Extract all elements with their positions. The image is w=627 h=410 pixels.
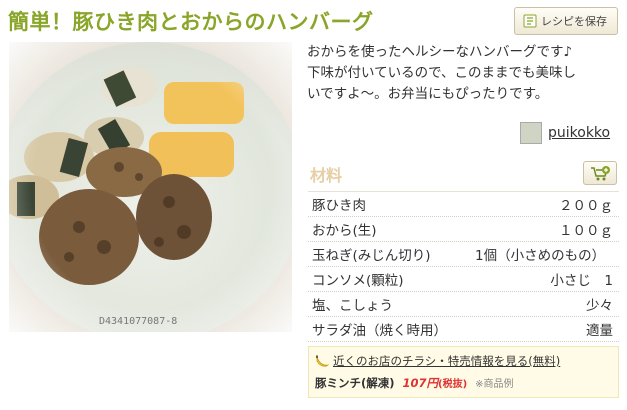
recipe-photo[interactable]: D4341077087-8: [9, 42, 292, 332]
promo-link-label: 近くのお店のチラシ・特売情報を見る(無料): [333, 354, 561, 368]
save-recipe-button[interactable]: レシピを保存: [514, 7, 618, 35]
ingredients-header: 材料: [308, 158, 619, 188]
ingredient-name: 豚ひき肉: [312, 198, 366, 214]
author-info: puikokko: [520, 122, 610, 144]
promo-item: 豚ミンチ(解凍) 107円(税抜) ※商品例: [315, 375, 514, 391]
promo-price-group: 107円(税抜): [403, 375, 468, 391]
save-recipe-label: レシピを保存: [541, 15, 607, 28]
add-to-list-button[interactable]: [583, 161, 617, 185]
recipe-title: 簡単！豚ひき肉とおからのハンバーグ: [8, 10, 374, 34]
cart-add-icon: [591, 166, 610, 181]
ingredient-row: サラダ油（焼く時用） 適量: [308, 317, 619, 342]
description-line: いですよ〜。お弁当にもぴったりです。: [307, 86, 549, 102]
ingredient-qty: 小さじ 1: [550, 273, 613, 289]
ingredient-name: 塩、こしょう: [312, 298, 393, 314]
ingredient-row: 塩、こしょう 少々: [308, 292, 619, 317]
ingredient-qty: 1個（小さめのもの）: [475, 248, 606, 264]
ingredient-row: 玉ねぎ(みじん切り) 1個（小さめのもの）: [308, 242, 619, 267]
ingredient-row: コンソメ(顆粒) 小さじ 1: [308, 267, 619, 292]
recipe-description: おからを使ったヘルシーなハンバーグです♪ 下味が付いているので、このままでも美味…: [307, 42, 619, 105]
promo-note: ※商品例: [475, 379, 514, 390]
ingredient-qty: ２００ｇ: [559, 198, 613, 214]
description-line: おからを使ったヘルシーなハンバーグです♪: [307, 44, 573, 60]
avatar[interactable]: [520, 122, 542, 144]
promo-price: 107円: [402, 376, 439, 390]
ingredient-name: おから(生): [312, 223, 377, 239]
ingredient-row: 豚ひき肉 ２００ｇ: [308, 192, 619, 217]
ingredient-qty: 適量: [586, 323, 613, 339]
promo-tax: (税抜): [438, 379, 468, 390]
photo-watermark: D4341077087-8: [99, 316, 177, 327]
ingredient-name: サラダ油（焼く時用）: [312, 323, 447, 339]
banana-icon: [316, 355, 329, 367]
author-link[interactable]: puikokko: [548, 125, 610, 141]
promo-box: 近くのお店のチラシ・特売情報を見る(無料) 豚ミンチ(解凍) 107円(税抜) …: [308, 346, 619, 398]
ingredients-heading: 材料: [310, 166, 343, 185]
recipe-book-icon: [523, 14, 537, 28]
ingredient-qty: 少々: [586, 298, 613, 314]
ingredient-row: おから(生) １００ｇ: [308, 217, 619, 242]
promo-link[interactable]: 近くのお店のチラシ・特売情報を見る(無料): [315, 353, 560, 369]
ingredient-name: 玉ねぎ(みじん切り): [312, 248, 431, 264]
ingredient-qty: １００ｇ: [559, 223, 613, 239]
promo-product: 豚ミンチ(解凍): [315, 376, 395, 390]
ingredients-table: 豚ひき肉 ２００ｇ おから(生) １００ｇ 玉ねぎ(みじん切り) 1個（小さめの…: [308, 191, 619, 342]
ingredient-name: コンソメ(顆粒): [312, 273, 404, 289]
description-line: 下味が付いているので、このままでも美味し: [307, 65, 577, 81]
